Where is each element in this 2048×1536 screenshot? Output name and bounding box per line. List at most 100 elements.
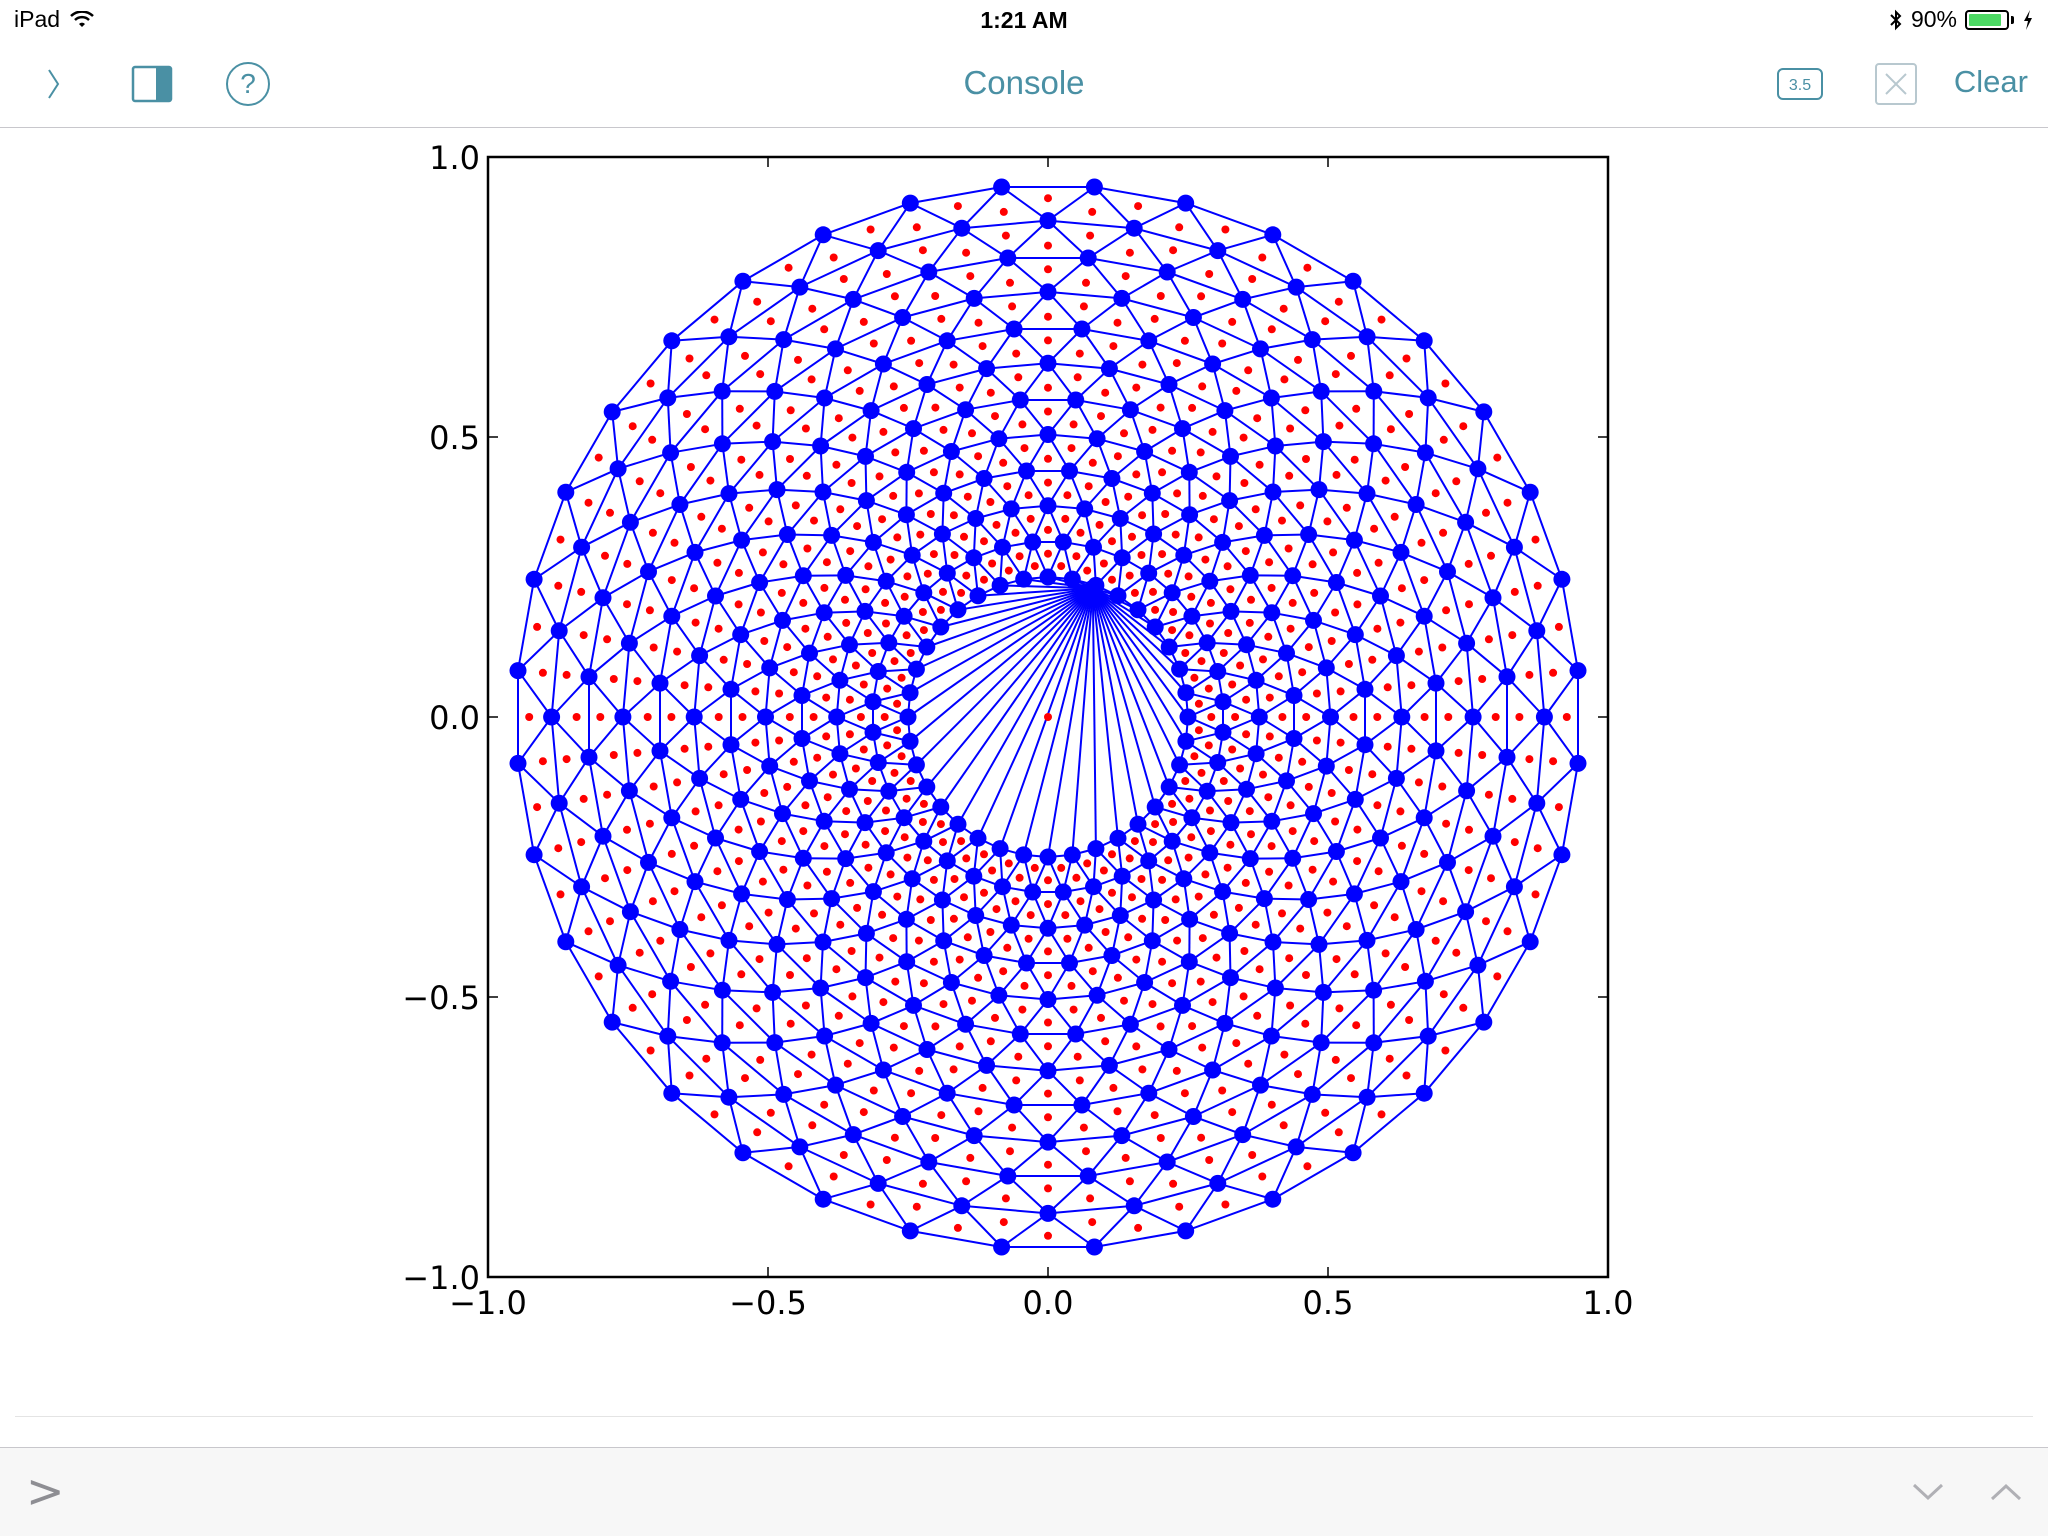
mesh-node <box>1345 531 1363 549</box>
centroid-point <box>907 1089 916 1098</box>
mesh-node <box>620 634 638 652</box>
centroid-point <box>685 354 694 363</box>
y-tick-label: −1.0 <box>402 1259 480 1297</box>
centroid-point <box>1278 909 1286 918</box>
centroid-point <box>1464 866 1473 875</box>
centroid-point <box>1012 349 1021 358</box>
centroid-point <box>623 600 631 609</box>
mesh-node <box>814 483 832 501</box>
mesh-node <box>1392 543 1410 561</box>
mesh-node <box>815 812 833 830</box>
mesh-node <box>1419 1027 1437 1045</box>
centroid-point <box>955 1042 964 1051</box>
mesh-node <box>894 309 912 326</box>
centroid-point <box>1198 1043 1207 1052</box>
mesh-chart: −1.0 −0.5 0.0 0.5 1.01.00.50.0−0.5−1.0 <box>402 139 1633 1322</box>
centroid-point <box>719 655 728 664</box>
centroid-point <box>606 508 614 517</box>
mesh-node <box>766 382 784 400</box>
clear-button[interactable]: Clear <box>1954 64 2028 100</box>
centroid-point <box>1321 317 1330 326</box>
mesh-node <box>869 663 887 680</box>
centroid-point <box>931 1022 940 1031</box>
centroid-point <box>1014 373 1023 382</box>
mesh-node <box>1234 1126 1252 1144</box>
centroid-point <box>988 559 997 568</box>
mesh-node <box>732 790 750 808</box>
mesh-node <box>621 903 639 921</box>
mesh-edge <box>1535 716 1546 804</box>
centroid-point <box>1073 373 1082 382</box>
centroid-point <box>906 649 915 657</box>
centroid-point <box>893 726 902 735</box>
mesh-node <box>734 1144 752 1162</box>
centroid-point <box>955 383 964 392</box>
mesh-edge <box>1379 778 1398 839</box>
mesh-node <box>1085 538 1102 556</box>
centroid-point <box>966 272 975 281</box>
centroid-point <box>1001 231 1010 240</box>
centroid-point <box>1003 943 1012 952</box>
centroid-point <box>841 595 849 604</box>
centroid-point <box>1296 924 1305 933</box>
centroid-point <box>1128 532 1136 541</box>
history-next-button[interactable] <box>1906 1472 1950 1512</box>
centroid-point <box>1396 807 1405 816</box>
centroid-point <box>889 1043 898 1052</box>
centroid-point <box>1197 1133 1206 1142</box>
centroid-point <box>889 382 898 391</box>
input-bar[interactable]: > <box>0 1447 2048 1536</box>
centroid-point <box>1168 799 1177 808</box>
centroid-point <box>584 927 593 936</box>
centroid-point <box>915 1066 924 1075</box>
mesh-node <box>1264 483 1282 501</box>
centroid-point <box>1373 713 1382 721</box>
centroid-point <box>863 629 872 637</box>
centroid-point <box>842 618 851 627</box>
history-prev-button[interactable] <box>1984 1472 2028 1512</box>
centroid-point <box>918 608 927 616</box>
mesh-node <box>1174 420 1191 438</box>
mesh-edge <box>1423 1036 1430 1094</box>
mesh-node <box>1255 526 1273 544</box>
mesh-node <box>1284 849 1302 867</box>
centroid-point <box>710 315 719 324</box>
mesh-edge <box>742 233 824 283</box>
centroid-point <box>966 1153 975 1162</box>
mesh-node <box>898 463 916 481</box>
chevron-up-icon <box>1990 1483 2022 1501</box>
centroid-point <box>633 748 642 757</box>
mesh-node <box>1145 891 1163 909</box>
mesh-node <box>918 638 936 656</box>
centroid-point <box>1044 971 1052 980</box>
centroid-point <box>1284 881 1293 890</box>
centroid-point <box>914 936 923 945</box>
centroid-point <box>756 1055 765 1064</box>
mesh-node <box>975 470 993 487</box>
close-output-button[interactable] <box>1866 56 1926 112</box>
centroid-point <box>1407 744 1416 753</box>
centroid-point <box>734 600 743 609</box>
mesh-node <box>663 1084 681 1102</box>
mesh-node <box>1039 426 1057 443</box>
centroid-point <box>1044 1018 1052 1027</box>
centroid-point <box>584 498 593 507</box>
centroid-point <box>1286 624 1295 633</box>
mesh-node <box>823 890 841 908</box>
mesh-edge <box>928 1161 1008 1177</box>
mesh-edge <box>974 290 1049 300</box>
mesh-node <box>1458 782 1476 800</box>
centroid-point <box>704 742 713 751</box>
centroid-point <box>1079 302 1088 311</box>
mesh-node <box>1054 533 1072 551</box>
mesh-edge <box>714 837 743 895</box>
mesh-edge <box>947 328 1015 342</box>
centroid-point <box>1173 936 1182 945</box>
version-button[interactable]: 3.5 <box>1770 56 1830 112</box>
centroid-point <box>1168 979 1177 988</box>
centroid-point <box>1197 657 1206 666</box>
centroid-point <box>1088 458 1097 467</box>
mesh-node <box>897 910 915 928</box>
mesh-node <box>918 1041 936 1058</box>
mesh-node <box>651 674 669 692</box>
